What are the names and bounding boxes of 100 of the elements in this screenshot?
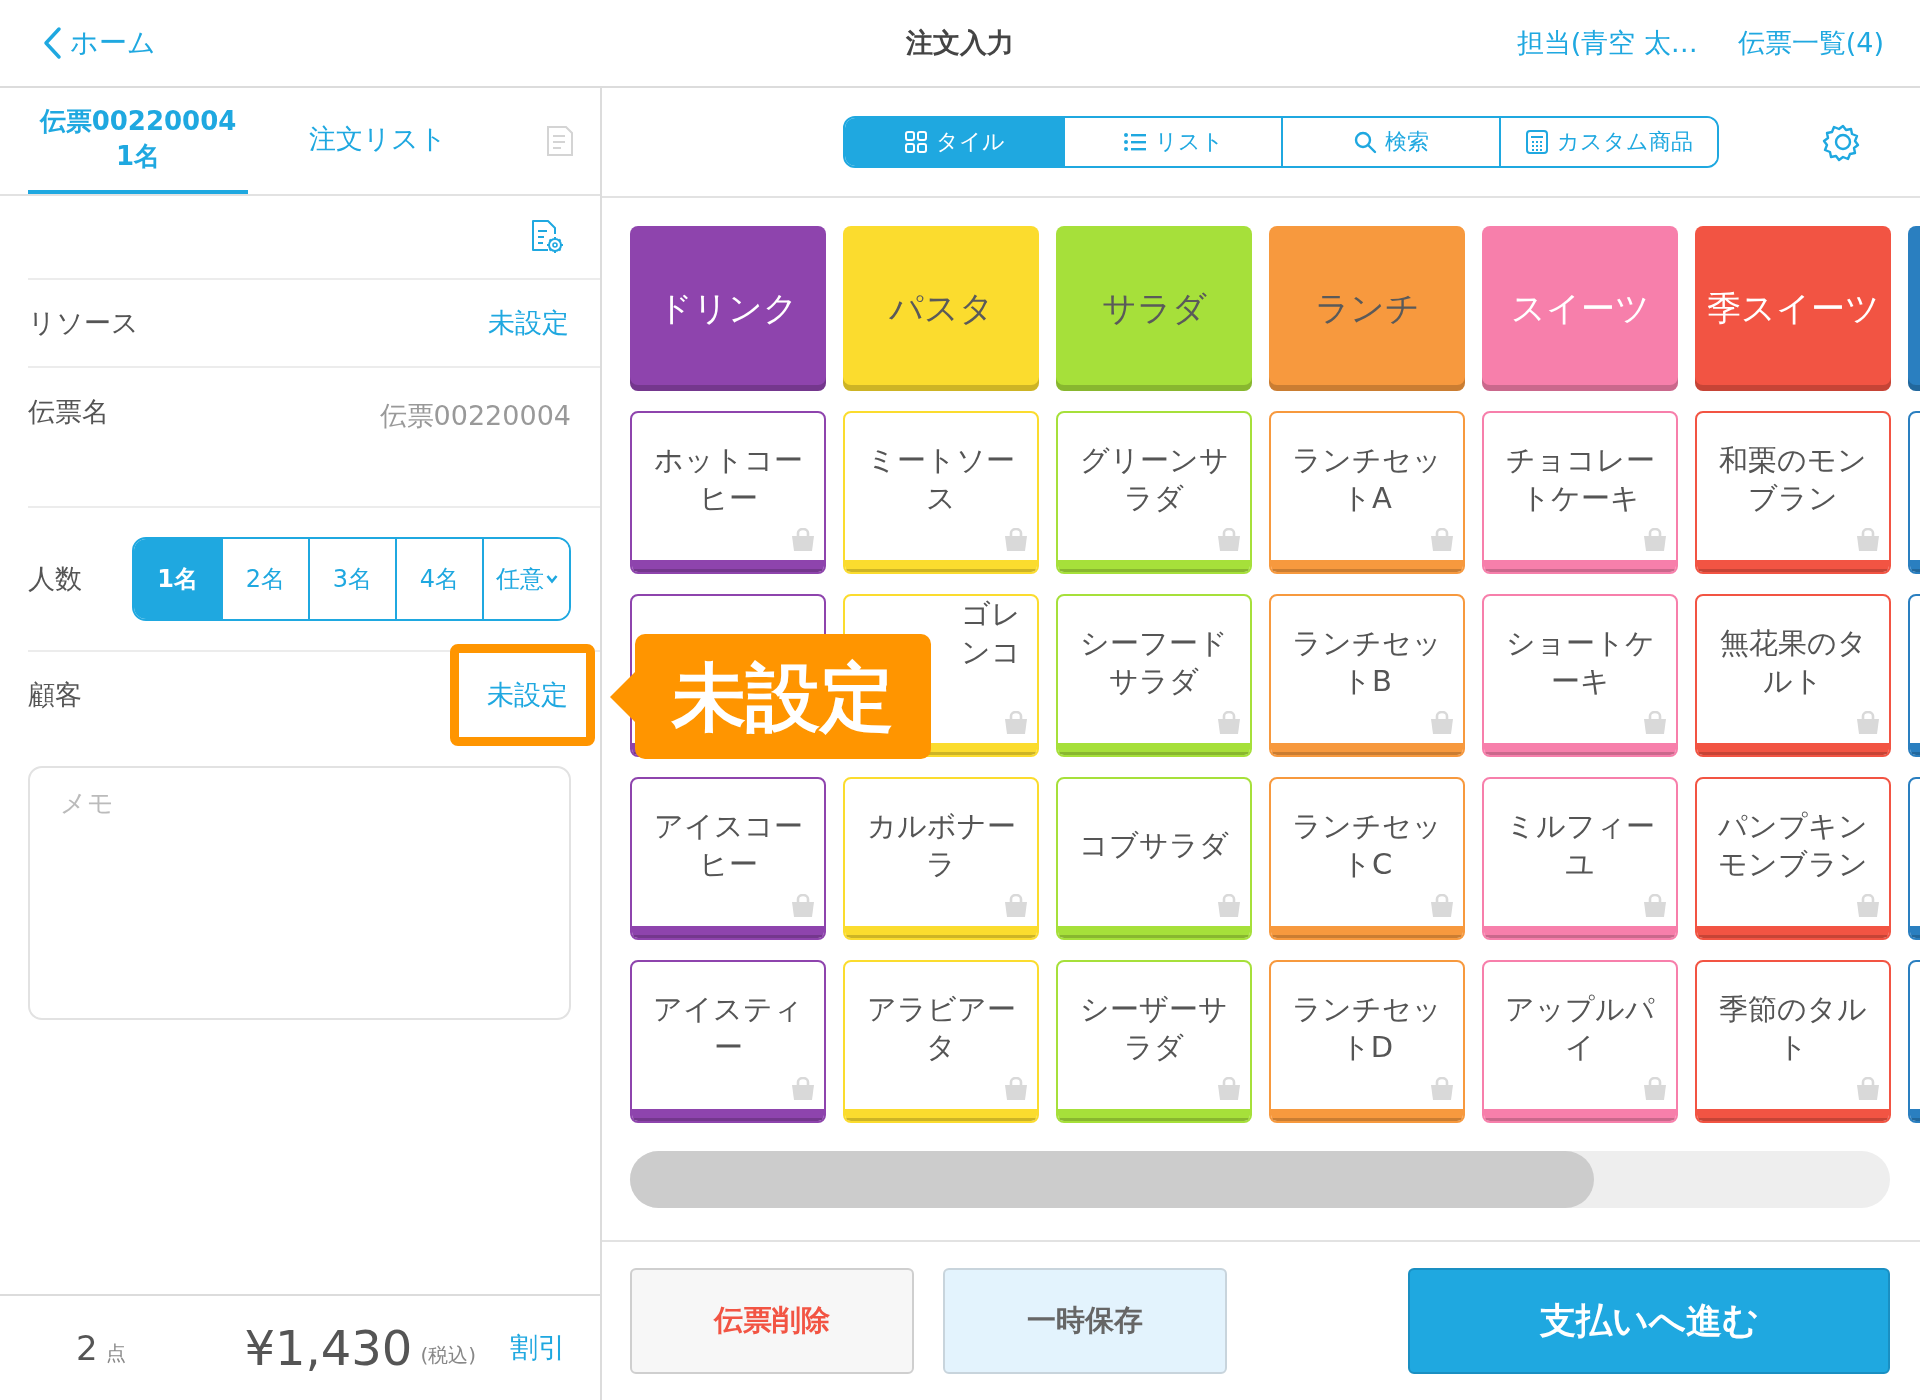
scrollbar[interactable] <box>630 1151 1890 1208</box>
action-button[interactable]: 一時保存 <box>943 1268 1227 1374</box>
product-tile[interactable]: 無花果のタルト <box>1695 594 1891 757</box>
product-name: 無花果のタルト <box>1718 624 1868 700</box>
product-tile[interactable]: ランチセットC <box>1269 777 1465 940</box>
product-tile[interactable]: アップルパイ <box>1482 960 1678 1123</box>
slip-list-link[interactable]: 伝票一覧(4) <box>1737 25 1884 61</box>
bag-icon <box>1216 528 1242 552</box>
product-tile[interactable]: アラビアータ <box>843 960 1039 1123</box>
bag-icon <box>1216 894 1242 918</box>
product-tile[interactable]: ランチセットA <box>1269 411 1465 574</box>
bag-icon <box>1429 711 1455 735</box>
product-name: アップルパイ <box>1504 990 1656 1066</box>
bag-icon <box>1003 1077 1029 1101</box>
action-button[interactable]: 支払いへ進む <box>1408 1268 1890 1374</box>
list-icon <box>1122 131 1147 153</box>
category-tile[interactable]: サラダ <box>1056 226 1252 391</box>
product-tile[interactable]: ショートケーキ <box>1482 594 1678 757</box>
product-name: シーザーサラダ <box>1079 990 1229 1066</box>
calculator-icon <box>1525 129 1549 155</box>
product-name: シーフードサラダ <box>1079 624 1229 700</box>
product-name: 和栗のモンブラン <box>1718 441 1868 517</box>
product-tile[interactable]: コブサラダ <box>1056 777 1252 940</box>
field-label: 人数 <box>28 562 82 596</box>
bag-icon <box>790 528 816 552</box>
product-tile[interactable]: カルボナーラ <box>843 777 1039 940</box>
bag-icon <box>1642 528 1668 552</box>
category-tile[interactable]: ドリンク <box>630 226 826 391</box>
product-tile[interactable]: シーザーサラダ <box>1056 960 1252 1123</box>
product-name: ミートソース <box>866 441 1016 517</box>
bag-icon <box>1855 711 1881 735</box>
item-count: 2 <box>76 1328 98 1368</box>
people-option[interactable]: 1名 <box>134 539 221 619</box>
search-icon <box>1353 130 1377 154</box>
action-button[interactable]: 伝票削除 <box>630 1268 914 1374</box>
field-value: 伝票00220004 <box>379 399 571 433</box>
memo-field[interactable]: メモ <box>28 766 571 1020</box>
product-tile[interactable]: 和栗のモンブラン <box>1695 411 1891 574</box>
product-name: コブサラダ <box>1079 826 1229 864</box>
panel-tab[interactable]: 注文リスト <box>258 88 498 194</box>
bag-icon <box>1216 711 1242 735</box>
bag-icon <box>1003 894 1029 918</box>
product-name: ホットコーヒー <box>652 441 804 517</box>
field-value-link[interactable]: 未設定 <box>457 272 600 374</box>
product-tile[interactable]: グリーンサラダ <box>1056 411 1252 574</box>
product-tile[interactable]: ランチセットD <box>1269 960 1465 1123</box>
bag-icon <box>1429 1077 1455 1101</box>
bag-icon <box>1642 1077 1668 1101</box>
tax-note: (税込) <box>420 1341 476 1369</box>
product-name: 季節のタルト <box>1718 990 1868 1066</box>
back-link[interactable]: ホーム <box>42 24 156 62</box>
category-tile[interactable]: 季スイーツ <box>1695 226 1891 391</box>
bag-icon <box>790 894 816 918</box>
people-option[interactable]: 任意 <box>482 539 569 619</box>
view-tab[interactable]: カスタム商品 <box>1499 118 1717 166</box>
category-tile[interactable]: ランチ <box>1269 226 1465 391</box>
product-name: ランチセットD <box>1291 990 1443 1066</box>
caret-icon <box>545 574 558 584</box>
product-tile[interactable]: チョコレートケーキ <box>1482 411 1678 574</box>
discount-link[interactable]: 割引 <box>510 1329 566 1367</box>
scroll-thumb[interactable] <box>630 1151 1594 1208</box>
field-value-link[interactable]: 未設定 <box>450 644 595 746</box>
panel-tab[interactable]: 伝票00220004 1名 <box>28 88 248 194</box>
product-tile[interactable]: シーフードサラダ <box>1056 594 1252 757</box>
product-name: アラビアータ <box>865 990 1017 1066</box>
product-tile[interactable]: 季節のタルト <box>1695 960 1891 1123</box>
product-name: ランチセットA <box>1291 441 1443 517</box>
product-tile[interactable]: アイスティー <box>630 960 826 1123</box>
staff-link[interactable]: 担当(青空 太… <box>1516 25 1698 61</box>
bag-icon <box>1855 894 1881 918</box>
bag-icon <box>1429 528 1455 552</box>
bag-icon <box>1855 1077 1881 1101</box>
product-name: カルボナーラ <box>865 807 1017 883</box>
product-name: ゴレンコ <box>961 596 1022 671</box>
field-label: 顧客 <box>28 678 82 712</box>
product-tile[interactable]: ミートソース <box>843 411 1039 574</box>
category-tile[interactable]: パスタ <box>843 226 1039 391</box>
total-price: ¥1,430 <box>244 1320 413 1376</box>
product-name: アイスコーヒー <box>652 807 804 883</box>
product-name: ショートケーキ <box>1504 624 1656 700</box>
bag-icon <box>1642 711 1668 735</box>
product-tile[interactable]: アイスコーヒー <box>630 777 826 940</box>
bag-icon <box>1855 528 1881 552</box>
chevron-left-icon <box>42 26 62 60</box>
field-label: リソース <box>28 306 139 340</box>
product-tile[interactable]: ミルフィーユ <box>1482 777 1678 940</box>
bag-icon <box>1429 894 1455 918</box>
product-name: ミルフィーユ <box>1504 807 1656 883</box>
product-name: ランチセットC <box>1291 807 1443 883</box>
product-tile[interactable]: ランチセットB <box>1269 594 1465 757</box>
count-unit: 点 <box>105 1339 126 1367</box>
bag-icon <box>1003 711 1029 735</box>
grid-icon <box>903 130 928 154</box>
bag-icon <box>1003 528 1029 552</box>
bag-icon <box>1642 894 1668 918</box>
product-name: パンプキンモンブラン <box>1717 807 1869 883</box>
product-tile[interactable]: ホットコーヒー <box>630 411 826 574</box>
bag-icon <box>1216 1077 1242 1101</box>
product-tile[interactable]: パンプキンモンブラン <box>1695 777 1891 940</box>
view-tab[interactable]: タイル <box>845 118 1063 166</box>
